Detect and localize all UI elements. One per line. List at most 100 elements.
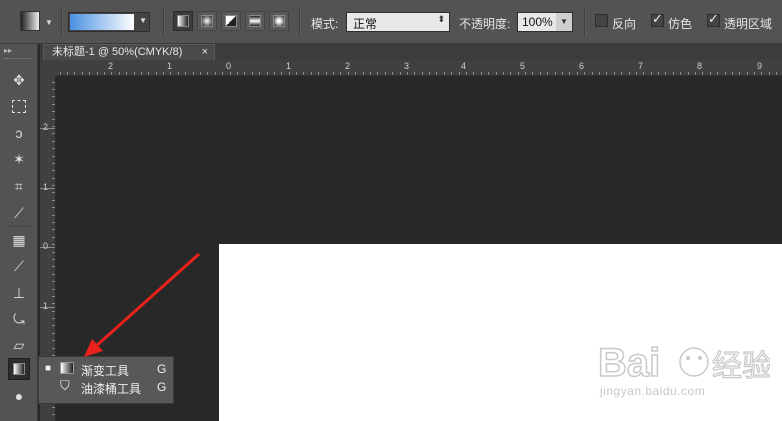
ruler-tick [613,72,615,75]
ruler-tick [259,72,261,75]
ruler-tick [658,72,660,75]
ruler-tick [52,155,55,157]
eyedropper-tool-icon[interactable]: ⟋ [8,202,30,224]
blur-tool-icon[interactable]: ● [8,385,30,407]
mode-select-value: 正常 [353,17,378,31]
opacity-dropdown-icon[interactable]: ▼ [556,13,572,31]
document-tab-bar: 未标题-1 @ 50%(CMYK/8) × [40,44,782,60]
ruler-tick [717,72,719,75]
flyout-item-shortcut: G [157,362,167,376]
history-brush-tool-icon[interactable]: ⤿ [8,308,30,330]
ruler-tick [421,72,423,75]
diamond-gradient-button[interactable] [269,11,289,31]
ruler-tick [369,72,371,75]
ruler-tick [761,72,763,75]
tool-preset-dropdown-icon[interactable]: ▼ [45,18,53,27]
ruler-number: 5 [520,61,526,71]
flyout-item-gradient-tool[interactable]: ■ 渐变工具 G [39,360,173,378]
linear-gradient-button[interactable] [173,11,193,31]
ruler-tick [591,72,593,75]
ruler-number: 7 [638,61,644,71]
ruler-number: 9 [757,61,763,71]
ruler-tick [52,332,55,334]
healing-brush-tool-icon[interactable]: ▦ [8,229,30,251]
mode-select-arrow-icon: ⬍ [437,14,445,24]
reverse-checkbox[interactable] [595,14,608,27]
move-tool-icon[interactable]: ✥ [8,69,30,91]
marquee-tool-icon[interactable] [8,96,30,118]
magic-wand-tool-icon[interactable]: ✶ [8,148,30,170]
ruler-tick [52,229,55,231]
ruler-tick [318,72,320,75]
angle-gradient-icon [225,15,237,27]
ruler-tick [562,72,564,75]
gradient-dropdown-icon[interactable]: ▼ [139,16,147,25]
clone-stamp-tool-icon[interactable]: ⊥ [8,282,30,304]
radial-gradient-button[interactable] [197,11,217,31]
dither-checkbox[interactable] [651,11,664,27]
document-tab[interactable]: 未标题-1 @ 50%(CMYK/8) × [43,44,215,60]
gradient-picker[interactable]: ▼ [68,12,150,32]
gradient-tool-preset-icon[interactable] [20,11,40,31]
ruler-tick [52,140,55,142]
ruler-tick [52,118,55,120]
tool-divider [5,226,33,227]
brush-tool-icon[interactable]: ⟋ [8,255,30,277]
svg-text:Bai: Bai [598,341,660,385]
flyout-item-shortcut: G [157,380,167,394]
transparency-checkbox[interactable] [707,11,720,27]
baidu-watermark-logo: Bai 经验 [597,340,770,386]
ruler-tick [52,288,55,290]
ruler-tick [163,72,165,75]
ruler-tick [731,72,733,75]
ruler-tick [155,72,157,75]
ruler-origin[interactable] [40,60,58,76]
options-bar: ▼ ▼ 模式: 正常 ⬍ 不透明度: 100% ▼ 反向 仿色 透明区域 [0,0,782,44]
ruler-tick [584,72,586,75]
panel-grip[interactable] [4,58,32,61]
ruler-tick [451,72,453,75]
horizontal-ruler[interactable]: 2 1 0 1 2 3 4 5 6 7 8 9 [58,60,782,76]
reverse-label: 反向 [612,17,637,31]
mode-select[interactable]: 正常 ⬍ [346,12,450,32]
ruler-number: 4 [461,61,467,71]
ruler-number: 1 [167,61,173,71]
ruler-tick [635,72,637,75]
ruler-tick [643,72,645,75]
gradient-tool-icon[interactable] [8,358,30,380]
ruler-tick [606,72,608,75]
tools-panel: ▸▸ ✥ ↄ ✶ ⌗ ⟋ ▦ ⟋ ⊥ ⤿ ▱ ● [0,44,38,421]
ruler-tick [709,72,711,75]
ruler-tick [473,72,475,75]
eraser-tool-icon[interactable]: ▱ [8,334,30,356]
watermark-url: jingyan.baidu.com [600,384,706,398]
gradient-tool-flyout-menu: ■ 渐变工具 G ⛉ 油漆桶工具 G [38,356,174,404]
ruler-tick [687,72,689,75]
radial-gradient-icon [201,15,213,27]
ruler-tick [384,72,386,75]
ruler-tick [488,72,490,75]
reflected-gradient-button[interactable] [245,11,265,31]
ruler-tick [140,72,142,75]
ruler-tick [236,72,238,75]
ruler-tick [133,72,135,75]
panel-collapse-icon[interactable]: ▸▸ [4,46,12,55]
ruler-tick [52,177,55,179]
ruler-tick [52,207,55,209]
ruler-tick [185,72,187,75]
opacity-input[interactable]: 100% ▼ [517,12,573,32]
angle-gradient-button[interactable] [221,11,241,31]
ruler-tick [52,244,55,246]
ruler-tick [52,281,55,283]
close-tab-icon[interactable]: × [202,45,208,60]
ruler-tick [126,72,128,75]
ruler-tick [52,185,55,187]
crop-tool-icon[interactable]: ⌗ [8,175,30,197]
lasso-tool-icon[interactable]: ↄ [8,122,30,144]
ruler-tick [52,295,55,297]
ruler-tick [52,222,55,224]
ruler-tick [281,72,283,75]
ruler-number: 2 [43,122,49,132]
ruler-tick [273,72,275,75]
flyout-item-paint-bucket-tool[interactable]: ⛉ 油漆桶工具 G [39,378,173,396]
